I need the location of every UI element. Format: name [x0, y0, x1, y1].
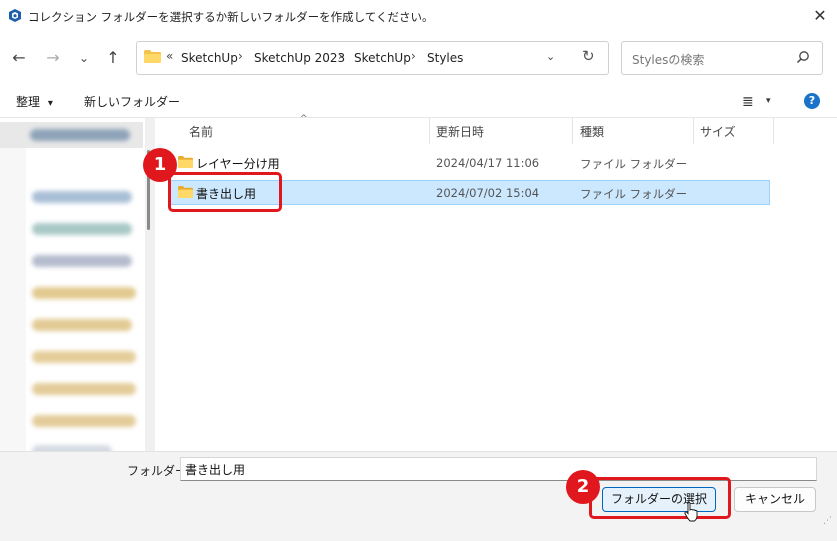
folder-icon	[144, 50, 161, 63]
view-dropdown-icon[interactable]: ▾	[766, 96, 771, 106]
column-header-type[interactable]: 種類	[580, 123, 604, 140]
breadcrumb-separator-icon: ›	[411, 49, 416, 63]
nav-item[interactable]	[26, 282, 138, 304]
nav-gutter	[0, 148, 26, 451]
column-header-name[interactable]: 名前	[189, 123, 213, 140]
nav-item[interactable]	[26, 314, 138, 336]
column-divider[interactable]	[773, 118, 774, 144]
breadcrumb-separator-icon: ›	[338, 49, 343, 63]
new-folder-button[interactable]: 新しいフォルダー	[84, 93, 180, 110]
search-icon[interactable]	[796, 50, 810, 64]
navigation-pane[interactable]: ›	[0, 118, 143, 451]
file-name[interactable]: レイヤー分け用	[196, 155, 280, 172]
nav-item[interactable]	[26, 440, 138, 451]
organize-dropdown-icon: ▾	[47, 98, 53, 109]
close-icon[interactable]: ✕	[810, 6, 830, 26]
column-header-date[interactable]: 更新日時	[436, 123, 484, 140]
hand-cursor-icon	[684, 502, 698, 522]
help-icon[interactable]: ?	[804, 93, 820, 109]
resize-grip-icon[interactable]: ⋰	[823, 516, 832, 526]
cancel-button[interactable]: キャンセル	[734, 487, 816, 512]
step-badge-2: 2	[566, 470, 600, 504]
breadcrumb-sketchup-1[interactable]: SketchUp	[181, 51, 238, 65]
breadcrumb-styles[interactable]: Styles	[427, 51, 463, 65]
file-date: 2024/07/02 15:04	[436, 186, 540, 200]
nav-item[interactable]	[26, 346, 138, 368]
column-header-size[interactable]: サイズ	[700, 123, 736, 140]
refresh-icon[interactable]: ↻	[582, 47, 595, 65]
column-divider[interactable]	[429, 118, 430, 144]
search-placeholder: Stylesの検索	[632, 53, 705, 67]
back-arrow-icon[interactable]: ←	[7, 46, 31, 70]
window-title: コレクション フォルダーを選択するか新しいフォルダーを作成してください。	[28, 10, 434, 24]
file-type: ファイル フォルダー	[580, 187, 688, 201]
highlight-box-step1	[168, 172, 282, 212]
nav-item[interactable]	[26, 378, 138, 400]
breadcrumb-overflow-icon[interactable]: «	[166, 49, 173, 63]
nav-item[interactable]	[26, 410, 138, 432]
nav-selected-row[interactable]	[0, 122, 143, 148]
address-dropdown-chevron-icon[interactable]: ⌄	[546, 50, 555, 63]
sort-ascending-icon: ^	[300, 114, 308, 124]
column-divider[interactable]	[572, 118, 573, 144]
sketchup-app-icon	[9, 9, 21, 22]
up-arrow-icon[interactable]: ↑	[101, 46, 125, 70]
breadcrumb-sketchup-3[interactable]: SketchUp	[354, 51, 411, 65]
file-type: ファイル フォルダー	[580, 157, 688, 171]
nav-item[interactable]	[26, 250, 138, 272]
breadcrumb-separator-icon: ›	[238, 49, 243, 63]
forward-arrow-icon[interactable]: →	[41, 46, 65, 70]
recent-locations-chevron-icon[interactable]: ⌄	[72, 46, 96, 70]
nav-item[interactable]	[26, 218, 138, 240]
highlight-box-step2	[589, 477, 731, 519]
breadcrumb-sketchup-2023[interactable]: SketchUp 2023	[254, 51, 345, 65]
step-badge-1: 1	[143, 148, 177, 182]
file-date: 2024/04/17 11:06	[436, 156, 540, 170]
organize-label: 整理	[16, 95, 41, 109]
column-divider[interactable]	[693, 118, 694, 144]
view-options-icon[interactable]: ≣	[742, 94, 754, 110]
nav-item[interactable]	[26, 186, 138, 208]
organize-button[interactable]: 整理 ▾	[16, 93, 53, 110]
folder-icon	[178, 156, 193, 168]
